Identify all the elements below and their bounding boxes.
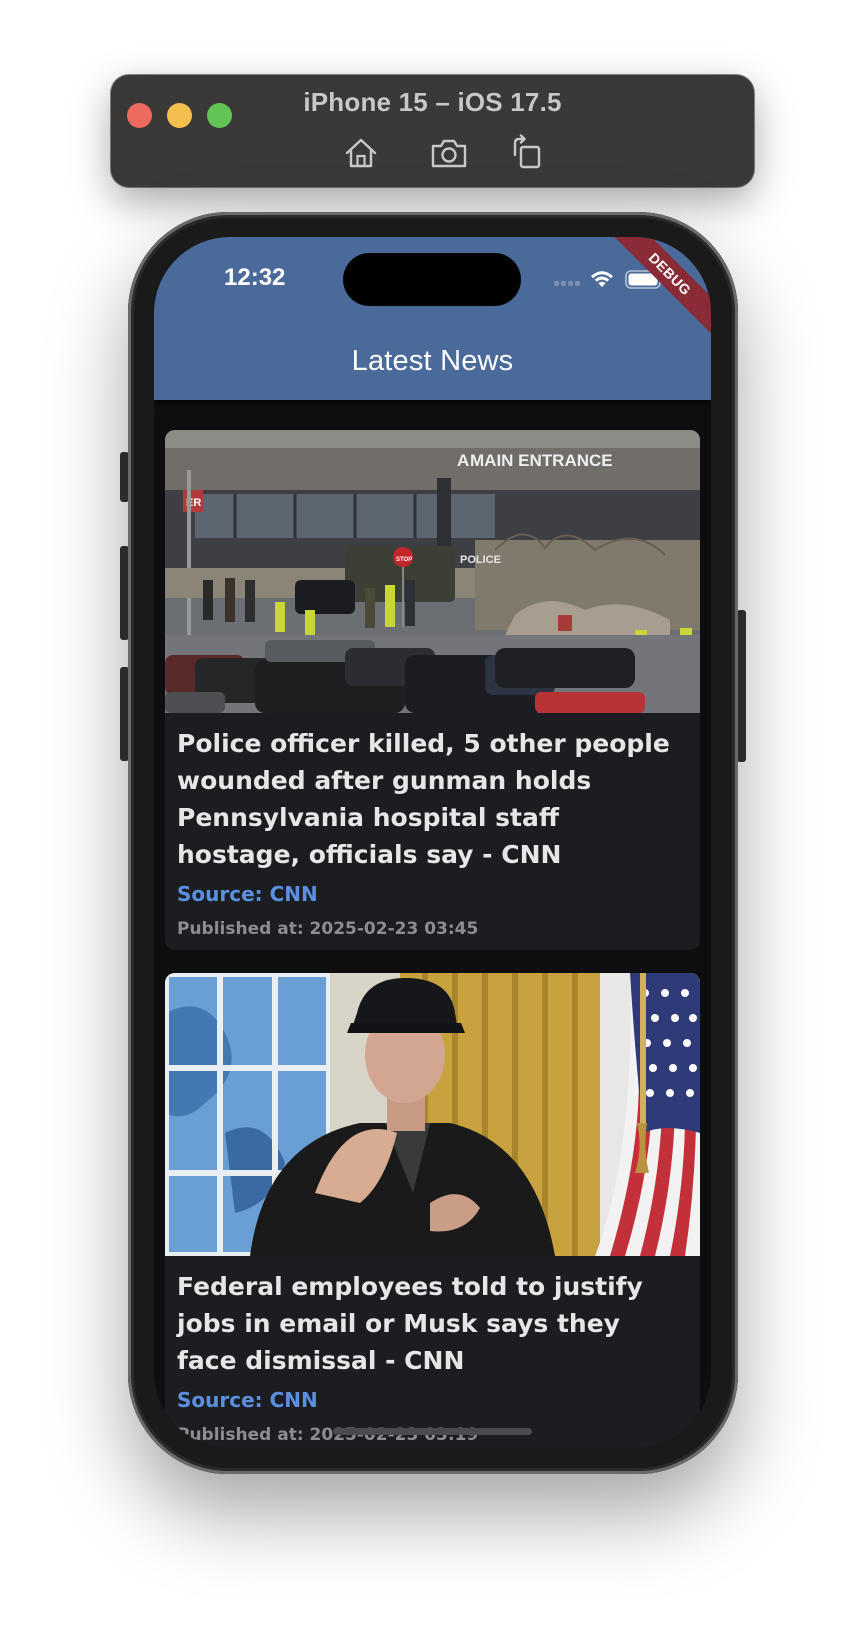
home-indicator[interactable] — [333, 1428, 532, 1435]
news-card[interactable]: MAIN ENTRANCE A ER POLICE STOP Police of… — [165, 430, 700, 950]
article-title[interactable]: Police officer killed, 5 other people wo… — [177, 725, 688, 873]
article-published-date: Published at: 2025-02-23 03:45 — [177, 919, 479, 939]
article-image: MAIN ENTRANCE A ER POLICE STOP — [165, 430, 700, 713]
power-button — [737, 610, 746, 762]
article-image — [165, 973, 700, 1256]
article-source: Source: CNN — [177, 1388, 318, 1412]
rotate-button[interactable] — [507, 133, 547, 173]
rotate-icon — [513, 134, 541, 169]
home-icon — [345, 138, 377, 168]
police-vehicle-marking: POLICE — [460, 554, 501, 566]
screenshot-button[interactable] — [429, 133, 469, 173]
stop-sign-text: STOP — [396, 557, 412, 563]
svg-text:A: A — [457, 451, 469, 470]
simulator-toolbar: iPhone 15 – iOS 17.5 — [111, 75, 754, 187]
signal-icon — [554, 281, 580, 286]
article-title[interactable]: Federal employees told to justify jobs i… — [177, 1268, 688, 1379]
news-feed[interactable]: MAIN ENTRANCE A ER POLICE STOP Police of… — [154, 400, 711, 1448]
home-button[interactable] — [341, 133, 381, 173]
main-entrance-sign: MAIN ENTRANCE — [470, 451, 613, 470]
dynamic-island — [343, 253, 521, 306]
hospital-police-scene-photo: MAIN ENTRANCE A ER POLICE STOP — [165, 430, 700, 713]
wifi-icon — [591, 271, 613, 287]
article-source: Source: CNN — [177, 882, 318, 906]
simulator-title: iPhone 15 – iOS 17.5 — [303, 87, 562, 117]
page-title: Latest News — [351, 345, 514, 377]
camera-icon — [431, 139, 467, 168]
phone-screen: 12:32 Latest News DEBUG MAIN ENTRANCE A … — [154, 237, 711, 1448]
musk-oval-office-photo — [165, 973, 700, 1256]
status-time: 12:32 — [224, 264, 286, 291]
news-card[interactable]: Federal employees told to justify jobs i… — [165, 973, 700, 1448]
